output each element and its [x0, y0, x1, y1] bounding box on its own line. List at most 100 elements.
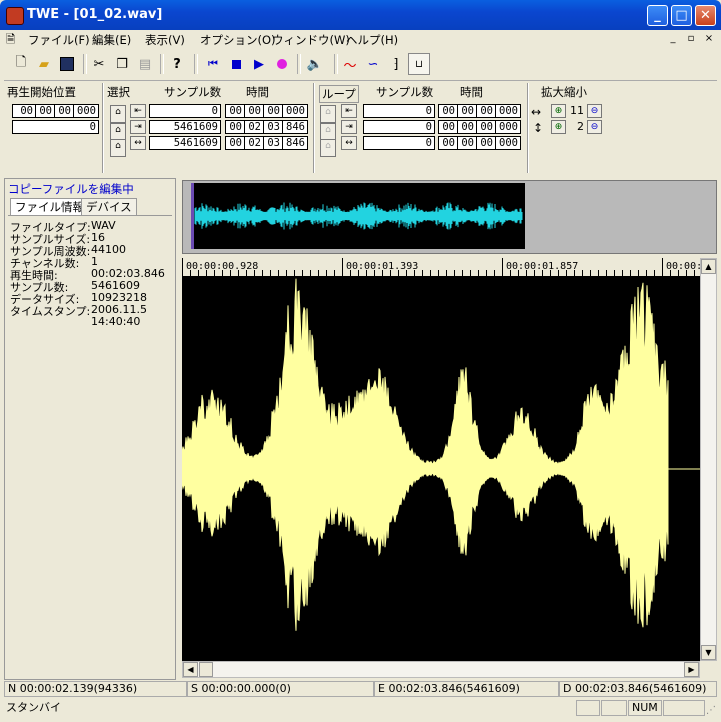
help-icon[interactable]: ?	[166, 53, 188, 75]
sel-start-m[interactable]: 00	[244, 104, 264, 118]
playback-start-min[interactable]: 00	[35, 104, 55, 118]
scroll-thumb[interactable]	[199, 662, 213, 677]
loop-end-button[interactable]: ⇥	[341, 120, 357, 134]
loop-len-ms[interactable]: 000	[495, 136, 521, 150]
menu-edit[interactable]: 編集(E)	[92, 32, 131, 48]
loop-lock-length-icon[interactable]: ⌂	[320, 139, 336, 157]
save-icon[interactable]	[56, 53, 78, 75]
main-waveform[interactable]	[182, 276, 702, 661]
zoom-in-horizontal-icon[interactable]: ⊕	[551, 104, 566, 118]
playback-start-sec[interactable]: 00	[54, 104, 74, 118]
sel-len-s[interactable]: 03	[263, 136, 283, 150]
tab-file-info[interactable]: ファイル情報	[10, 198, 89, 216]
stop-icon[interactable]	[225, 53, 247, 75]
new-file-icon[interactable]: 🗋	[10, 53, 32, 75]
maximize-button[interactable]: □	[671, 5, 692, 26]
scroll-up-icon[interactable]: ▲	[701, 259, 716, 274]
record-icon[interactable]	[271, 53, 293, 75]
sel-len-m[interactable]: 02	[244, 136, 264, 150]
mdi-minimize-button[interactable]: _	[666, 32, 680, 45]
loop-end-h[interactable]: 00	[438, 120, 458, 134]
loop-start-h[interactable]: 00	[438, 104, 458, 118]
title-bar[interactable]: TWE - [01_02.wav] _ □ ✕	[0, 0, 721, 30]
scroll-down-icon[interactable]: ▼	[701, 645, 716, 660]
copy-icon[interactable]: ❐	[111, 53, 133, 75]
doc-icon[interactable]: 🗎	[6, 32, 15, 51]
rewind-icon[interactable]: ⏮	[202, 53, 224, 75]
playback-start-ms[interactable]: 000	[73, 104, 99, 118]
selection-end-samples[interactable]: 5461609	[149, 120, 221, 134]
time-ruler[interactable]: 00:00:00.928 00:00:01.393 00:00:01.857 0…	[182, 258, 708, 277]
marker-icon[interactable]: ⁆	[385, 53, 407, 75]
playback-start-hour[interactable]: 00	[12, 104, 36, 118]
app-icon[interactable]	[6, 7, 24, 25]
speaker-icon[interactable]: 🔈	[304, 53, 326, 75]
selection-start-samples[interactable]: 0	[149, 104, 221, 118]
mdi-restore-button[interactable]: ▫	[684, 32, 698, 45]
loop-len-m[interactable]: 00	[457, 136, 477, 150]
loop-button[interactable]: ループ	[319, 85, 359, 103]
mdi-close-button[interactable]: ×	[702, 32, 716, 45]
loop-start-ms[interactable]: 000	[495, 104, 521, 118]
selection-length-button[interactable]: ↔	[130, 136, 146, 150]
overview-waveform[interactable]	[182, 180, 717, 254]
loop-lock-start-icon[interactable]: ⌂	[320, 105, 336, 123]
loop-len-s[interactable]: 00	[476, 136, 496, 150]
menu-window[interactable]: ウィンドウ(W)	[272, 32, 350, 48]
loop-start-button[interactable]: ⇤	[341, 104, 357, 118]
menu-view[interactable]: 表示(V)	[145, 32, 185, 48]
vertical-arrows-icon: ↕	[533, 121, 544, 135]
sel-end-s[interactable]: 03	[263, 120, 283, 134]
close-button[interactable]: ✕	[695, 5, 716, 26]
loop-samples-header: サンプル数	[376, 85, 434, 99]
loop-length-button[interactable]: ↔	[341, 136, 357, 150]
status-state: スタンバイ	[6, 701, 61, 714]
ruler-icon[interactable]: ⊔	[408, 53, 430, 75]
open-folder-icon[interactable]: ▰	[33, 53, 55, 75]
minimize-button[interactable]: _	[647, 5, 668, 26]
sel-len-ms[interactable]: 846	[282, 136, 308, 150]
loop-start-s[interactable]: 00	[476, 104, 496, 118]
loop-end-ms[interactable]: 000	[495, 120, 521, 134]
loop-end-samples[interactable]: 0	[363, 120, 435, 134]
paste-icon[interactable]: ▤	[134, 53, 156, 75]
resize-grip-icon[interactable]: ⋰	[706, 705, 716, 716]
cut-icon[interactable]: ✂	[88, 53, 110, 75]
waveform-red-icon[interactable]: 〜	[339, 53, 361, 75]
sel-start-h[interactable]: 00	[225, 104, 245, 118]
selection-lock-start-icon[interactable]: ⌂	[110, 105, 126, 123]
loop-end-s[interactable]: 00	[476, 120, 496, 134]
zoom-out-horizontal-icon[interactable]: ⊖	[587, 104, 602, 118]
horizontal-scrollbar[interactable]: ◀ ▶	[182, 661, 700, 678]
sel-end-m[interactable]: 02	[244, 120, 264, 134]
play-icon[interactable]: ▶	[248, 53, 270, 75]
sel-start-s[interactable]: 00	[263, 104, 283, 118]
status-num-lock: NUM	[628, 700, 662, 716]
playback-start-samples[interactable]: 0	[12, 120, 99, 134]
scroll-left-icon[interactable]: ◀	[183, 662, 198, 677]
scroll-right-icon[interactable]: ▶	[684, 662, 699, 677]
selection-lock-length-icon[interactable]: ⌂	[110, 139, 126, 157]
vertical-scrollbar[interactable]: ▲ ▼	[700, 258, 717, 661]
ruler-ticks	[182, 258, 695, 276]
sel-start-ms[interactable]: 000	[282, 104, 308, 118]
selection-end-button[interactable]: ⇥	[130, 120, 146, 134]
zoom-in-vertical-icon[interactable]: ⊕	[551, 120, 566, 134]
sel-end-h[interactable]: 00	[225, 120, 245, 134]
menu-file[interactable]: ファイル(F)	[28, 32, 90, 48]
waveform-blue-icon[interactable]: ∽	[362, 53, 384, 75]
tab-device[interactable]: デバイス	[81, 198, 137, 216]
menu-options[interactable]: オプション(O)	[200, 32, 276, 48]
selection-length-samples[interactable]: 5461609	[149, 136, 221, 150]
loop-start-samples[interactable]: 0	[363, 104, 435, 118]
loop-len-h[interactable]: 00	[438, 136, 458, 150]
loop-end-m[interactable]: 00	[457, 120, 477, 134]
sel-end-ms[interactable]: 846	[282, 120, 308, 134]
loop-start-m[interactable]: 00	[457, 104, 477, 118]
loop-length-samples[interactable]: 0	[363, 136, 435, 150]
sel-len-h[interactable]: 00	[225, 136, 245, 150]
menu-help[interactable]: ヘルプ(H)	[346, 32, 398, 48]
selection-start-button[interactable]: ⇤	[130, 104, 146, 118]
zoom-out-vertical-icon[interactable]: ⊖	[587, 120, 602, 134]
zoom-vertical-value: 2	[577, 120, 584, 133]
